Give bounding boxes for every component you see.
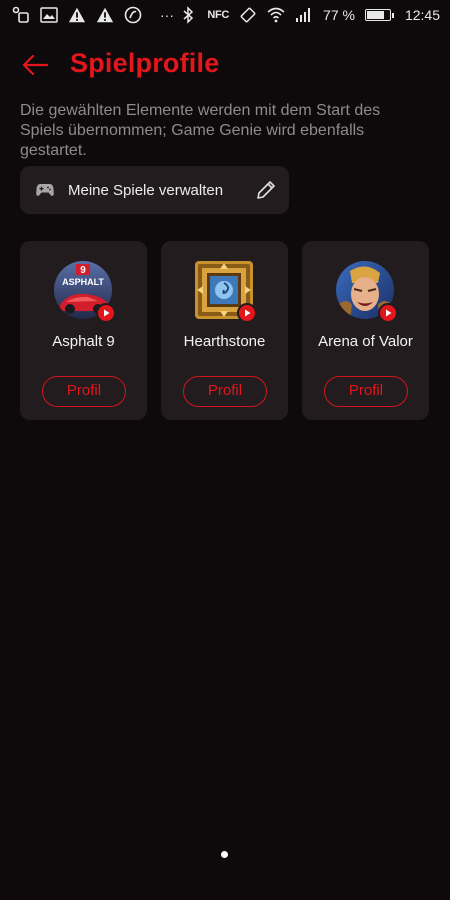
game-icon-container: ASPHALT 9 [54,261,116,323]
game-cards: ASPHALT 9 Asphalt 9 Profil Hearthstone P… [20,241,430,420]
clock: 12:45 [404,7,440,23]
bluetooth-icon [179,6,197,24]
game-card-arena-of-valor[interactable]: Arena of Valor Profil [302,241,429,420]
gamepad-icon [36,180,56,200]
rotate-icon [239,6,257,24]
battery-fill [366,11,384,19]
wifi-icon [267,6,285,24]
game-card-hearthstone[interactable]: Hearthstone Profil [161,241,288,420]
arrow-left-icon [22,54,49,76]
status-bar-right: NFC 77 % 12:45 [179,6,440,24]
more-notifications: ··· [160,7,174,23]
profile-button-arena-of-valor[interactable]: Profil [324,376,408,407]
warning-icon [68,6,86,24]
profile-button-hearthstone[interactable]: Profil [183,376,267,407]
header: Spielprofile [0,44,450,86]
game-icon-container [195,261,257,323]
play-icon [237,303,257,323]
notification-icon [12,6,30,24]
description-text: Die gewählten Elemente werden mit dem St… [20,102,381,159]
profile-button-asphalt-9[interactable]: Profil [42,376,126,407]
asphalt-logo-text: ASPHALT [62,277,104,287]
status-bar: ··· NFC 77 % 12:45 [0,0,450,30]
nfc-icon: NFC [207,9,230,21]
manage-games-label: Meine Spiele verwalten [68,181,224,199]
game-name: Asphalt 9 [52,333,115,350]
game-name: Hearthstone [183,333,266,350]
game-name: Arena of Valor [318,333,413,350]
manage-games-button[interactable]: Meine Spiele verwalten [20,166,289,214]
asphalt-logo-number: 9 [80,265,86,276]
signal-icon [295,6,313,24]
play-icon [378,303,398,323]
pencil-icon[interactable] [255,179,277,201]
game-icon-container [336,261,398,323]
status-bar-left: ··· [12,6,174,24]
game-card-asphalt-9[interactable]: ASPHALT 9 Asphalt 9 Profil [20,241,147,420]
play-icon [96,303,116,323]
page-title: Spielprofile [70,48,220,78]
back-button[interactable] [20,50,50,80]
page-indicator-dot [221,851,228,858]
image-icon [40,6,58,24]
app-icon [124,6,142,24]
battery-icon [364,9,394,21]
battery-percent: 77 % [323,7,355,23]
warning-icon [96,6,114,24]
